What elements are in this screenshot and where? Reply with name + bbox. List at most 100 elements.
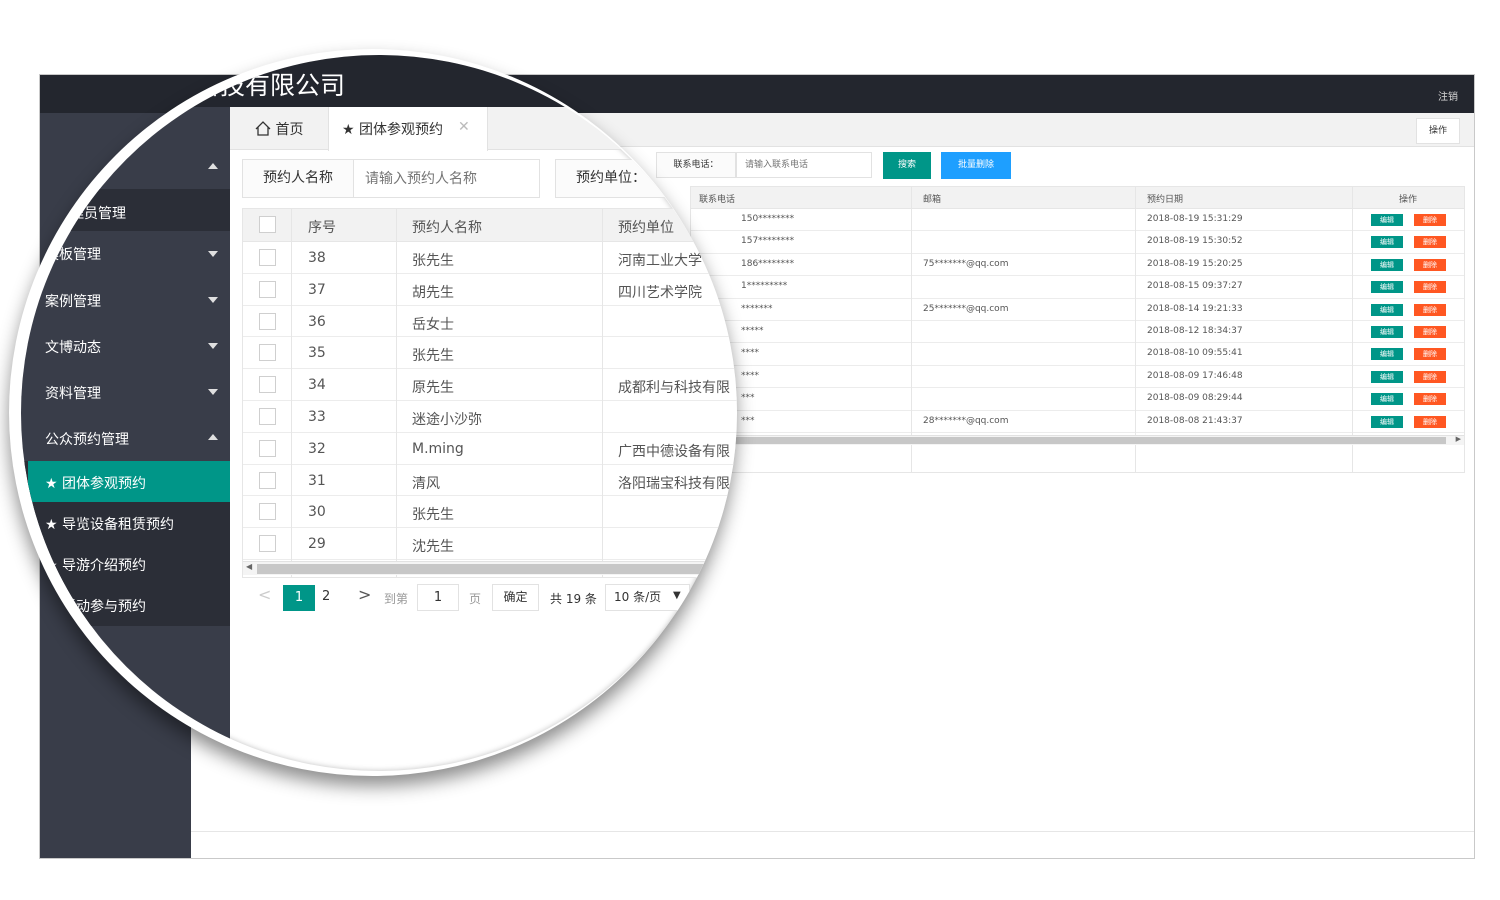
sidebar-subitem-activity[interactable]: ★ 活动参与预约 [45,596,146,616]
row-checkbox[interactable] [259,312,276,330]
unit-cell: 广西中德设备有限 [618,443,730,460]
table-row: *** 2018-08-09 08:29:44 编辑 删除 [691,388,1464,411]
header-id: 序号 [308,220,336,236]
prev-page-icon[interactable]: < [258,585,271,604]
name-cell: 沈先生 [412,539,454,556]
edit-button[interactable]: 编辑 [1371,281,1403,294]
row-checkbox[interactable] [259,280,276,298]
id-cell: 35 [308,345,326,362]
row-checkbox[interactable] [259,439,276,457]
email-cell: 75*******@qq.com [923,258,1009,269]
edit-button[interactable]: 编辑 [1371,348,1403,361]
tab-home[interactable]: 首页 [255,119,303,139]
select-all-checkbox[interactable] [259,216,276,233]
date-cell: 2018-08-14 19:21:33 [1147,303,1243,314]
edit-button[interactable]: 编辑 [1371,370,1403,383]
logout-link[interactable]: 注销 [1438,88,1458,103]
table-row: 150******** 2018-08-19 15:31:29 编辑 删除 [691,209,1464,232]
unit-cell: 四川艺术学院 [618,284,702,301]
sidebar-item-admin[interactable]: 管理员管理 [56,203,126,223]
id-cell: 36 [308,313,326,330]
main-table: 序号 预约人名称 预约单位 38 张先生 河南工业大学 37 胡先生 四川艺术学院 36 岳女… [242,208,737,578]
sidebar-subitem-device-rental[interactable]: ★ 导览设备租赁预约 [45,514,174,534]
phone-cell: 157******** [741,236,795,247]
name-input[interactable] [353,159,540,198]
delete-button[interactable]: 删除 [1414,281,1446,294]
row-checkbox[interactable] [259,344,276,362]
sidebar-item-docs[interactable]: 资料管理 [45,383,101,403]
header-email: 邮箱 [923,195,942,205]
delete-button[interactable]: 删除 [1414,326,1446,338]
delete-button[interactable]: 删除 [1414,303,1446,316]
delete-button[interactable]: 删除 [1414,415,1446,428]
main-table-scrollbar[interactable]: ◀ [243,561,737,575]
tab-ops-button[interactable]: 操作 [1416,118,1460,144]
window-footer-line [191,831,1474,832]
edit-button[interactable]: 编辑 [1371,326,1403,338]
batch-delete-button[interactable]: 批量删除 [941,152,1011,179]
id-cell: 32 [308,440,326,457]
right-table-header: 联系电话 邮箱 预约日期 操作 [691,187,1464,209]
edit-button[interactable]: 编辑 [1371,236,1403,249]
row-checkbox[interactable] [259,408,276,425]
sidebar-subitem-group-visit[interactable]: ★ 团体参观预约 [45,473,146,493]
scroll-left-icon[interactable]: ◀ [246,562,252,571]
sidebar-item-template[interactable]: 模板管理 [45,244,101,264]
table-row: 38 张先生 河南工业大学 [243,242,737,274]
delete-button[interactable]: 删除 [1414,370,1446,383]
scroll-right-icon[interactable]: ▶ [1456,435,1461,443]
dropdown-arrow-icon: ▼ [673,590,681,601]
company-title: 武汉天宇图科技有限公司 [70,71,346,100]
home-icon [255,121,271,136]
scroll-thumb[interactable] [257,564,737,574]
right-table-scrollbar[interactable]: ▶ [691,435,1464,445]
row-checkbox[interactable] [259,376,276,394]
sidebar-item-system[interactable]: 系统管理 [56,148,96,163]
delete-button[interactable]: 删除 [1414,258,1446,271]
phone-input[interactable] [736,152,872,178]
sidebar-subitem-guide[interactable]: ★ 导游介绍预约 [45,555,146,575]
goto-page-input[interactable]: 1 [417,584,459,611]
unit-cell: 成都利与科技有限 [618,380,730,397]
table-row: ***** 2018-08-12 18:34:37 编辑 删除 [691,321,1464,344]
page-2[interactable]: 2 [322,589,330,604]
scroll-thumb[interactable] [691,437,1446,444]
phone-cell: 1********* [741,281,788,292]
edit-button[interactable]: 编辑 [1371,303,1403,316]
name-cell: M.ming [412,440,464,457]
edit-button[interactable]: 编辑 [1371,415,1403,428]
star-icon: ★ [45,517,63,533]
row-checkbox[interactable] [259,535,276,553]
table-row: 35 张先生 [243,337,737,370]
magnifier-content: 武汉天宇图科技有限公司 系统管理 管理员管理 模板管理 案例管理 文博动态 资料… [21,55,737,771]
search-button[interactable]: 搜索 [883,152,931,179]
id-cell: 38 [308,250,326,266]
close-icon[interactable]: ✕ [458,119,470,135]
delete-button[interactable]: 删除 [1414,214,1446,226]
delete-button[interactable]: 删除 [1414,393,1446,406]
id-cell: 31 [308,472,326,489]
row-checkbox[interactable] [259,249,276,266]
email-cell: 25*******@qq.com [923,303,1009,314]
date-cell: 2018-08-19 15:30:52 [1147,236,1243,247]
row-checkbox[interactable] [259,471,276,489]
delete-button[interactable]: 删除 [1414,236,1446,249]
id-cell: 30 [308,504,326,521]
phone-cell: *** [741,393,755,404]
sidebar-item-cases[interactable]: 案例管理 [45,291,101,311]
edit-button[interactable]: 编辑 [1371,258,1403,271]
right-table: 联系电话 邮箱 预约日期 操作 150******** 2018-08-19 15… [690,186,1465,473]
phone-cell: ******* [741,303,773,314]
header-unit: 预约单位 [618,220,674,236]
sidebar-item-news[interactable]: 文博动态 [45,337,101,357]
row-checkbox[interactable] [259,503,276,521]
next-page-icon[interactable]: > [358,585,371,604]
delete-button[interactable]: 删除 [1414,348,1446,361]
goto-confirm-button[interactable]: 确定 [492,584,539,611]
sidebar-item-reservations[interactable]: 公众预约管理 [45,429,129,449]
edit-button[interactable]: 编辑 [1371,214,1403,226]
name-cell: 原先生 [412,380,454,397]
edit-button[interactable]: 编辑 [1371,393,1403,406]
name-cell: 张先生 [412,507,454,524]
page-current[interactable]: 1 [283,585,315,611]
